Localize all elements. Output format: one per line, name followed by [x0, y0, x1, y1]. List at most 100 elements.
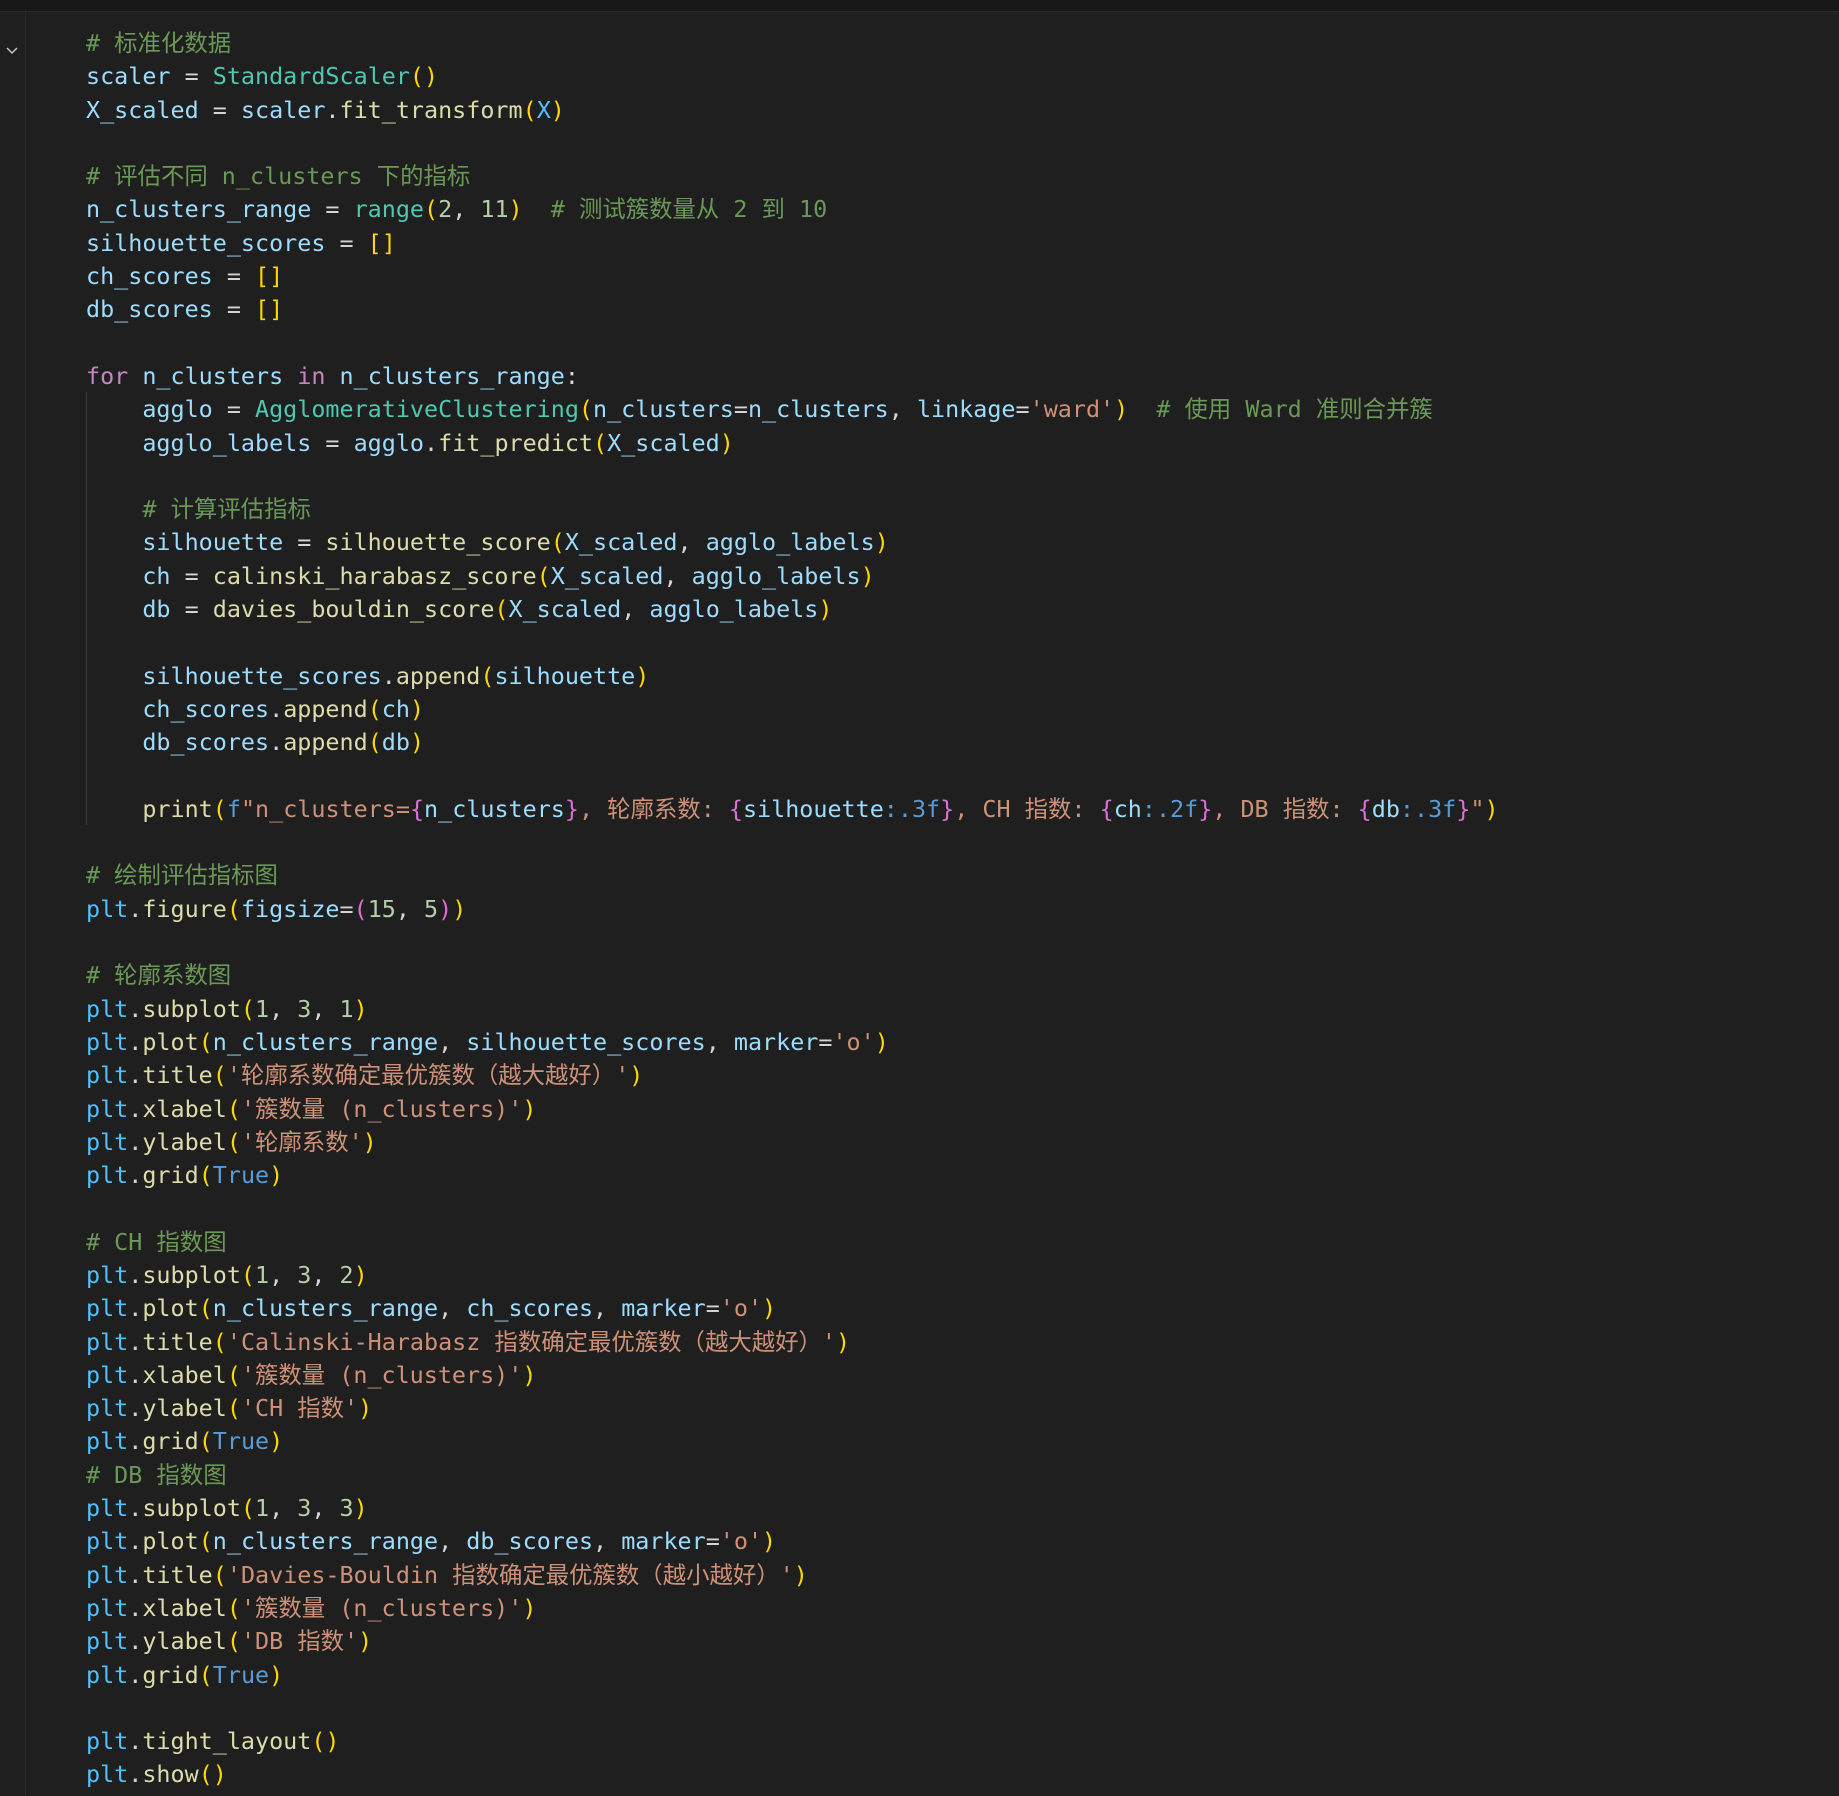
code-token: print [142, 794, 213, 823]
code-line[interactable]: # 绘制评估指标图 [86, 859, 1499, 892]
code-token: . [128, 1127, 143, 1156]
code-token: ylabel [142, 1127, 227, 1156]
code-line[interactable] [86, 926, 1499, 959]
code-token: '簇数量 (n_clusters)' [240, 1593, 523, 1622]
code-line[interactable]: for n_clusters in n_clusters_range: [86, 360, 1499, 393]
code-line[interactable] [86, 626, 1499, 659]
code-token: = [212, 262, 255, 291]
code-line[interactable] [86, 127, 1499, 160]
code-token: scaler [86, 62, 171, 91]
code-token: ) [269, 1427, 284, 1456]
code-line[interactable]: plt.ylabel('DB 指数') [86, 1625, 1499, 1658]
code-token: ylabel [142, 1627, 227, 1656]
code-line[interactable]: plt.tight_layout() [86, 1725, 1499, 1758]
code-line[interactable]: scaler = StandardScaler() [86, 60, 1499, 93]
code-line[interactable]: plt.xlabel('簇数量 (n_clusters)') [86, 1093, 1499, 1126]
code-line[interactable]: agglo_labels = agglo.fit_predict(X_scale… [86, 427, 1499, 460]
code-line[interactable]: plt.title('轮廓系数确定最优簇数（越大越好）') [86, 1059, 1499, 1092]
code-token: ( [424, 195, 439, 224]
code-token: , CH 指数: [954, 794, 1100, 823]
code-token: tight_layout [142, 1727, 312, 1756]
code-token: . [128, 1627, 143, 1656]
code-token: figsize [240, 894, 340, 923]
code-line[interactable]: print(f"n_clusters={n_clusters}, 轮廓系数: {… [86, 793, 1498, 826]
code-editor[interactable]: # 标准化数据 scaler = StandardScaler() X_scaled… [0, 0, 1839, 1796]
code-line[interactable]: plt.subplot(1, 3, 1) [86, 993, 1499, 1026]
code-token: n_clusters_range [339, 361, 565, 390]
code-token: :.3f [883, 794, 941, 823]
code-line[interactable]: db_scores = [] [86, 293, 1499, 326]
code-token: , [593, 1527, 622, 1556]
code-line[interactable]: # 计算评估指标 [86, 493, 1499, 526]
code-line[interactable] [86, 826, 1499, 859]
code-token: , DB 指数: [1212, 794, 1358, 823]
code-line[interactable]: ch = calinski_harabasz_score(X_scaled, a… [86, 560, 1499, 593]
code-line[interactable]: plt.show() [86, 1758, 1499, 1791]
code-line[interactable] [86, 1192, 1499, 1225]
code-token: } [1456, 794, 1471, 823]
code-line[interactable]: plt.plot(n_clusters_range, db_scores, ma… [86, 1525, 1499, 1558]
code-token: , [311, 1260, 340, 1289]
code-token: 'Calinski-Harabasz 指数确定最优簇数（越大越好）' [226, 1327, 836, 1356]
code-line[interactable]: plt.grid(True) [86, 1159, 1499, 1192]
code-token: ylabel [142, 1394, 227, 1423]
code-token: agglo [353, 428, 425, 457]
code-line[interactable]: silhouette_scores.append(silhouette) [86, 660, 1499, 693]
code-token: ( [212, 794, 227, 823]
code-line[interactable]: db = davies_bouldin_score(X_scaled, aggl… [86, 593, 1499, 626]
code-line[interactable]: silhouette_scores = [] [86, 227, 1499, 260]
code-line[interactable]: X_scaled = scaler.fit_transform(X) [86, 94, 1499, 127]
code-token: n_clusters_range [212, 1027, 439, 1056]
code-line[interactable]: # 评估不同 n_clusters 下的指标 [86, 160, 1499, 193]
code-line[interactable]: agglo = AgglomerativeClustering(n_cluste… [86, 393, 1499, 426]
code-line[interactable]: ch_scores = [] [86, 260, 1499, 293]
code-line[interactable]: plt.subplot(1, 3, 2) [86, 1259, 1499, 1292]
code-line[interactable]: plt.plot(n_clusters_range, ch_scores, ma… [86, 1292, 1499, 1325]
code-line[interactable]: plt.xlabel('簇数量 (n_clusters)') [86, 1359, 1499, 1392]
code-line[interactable]: plt.ylabel('CH 指数') [86, 1392, 1499, 1425]
editor-title-bar [0, 0, 1839, 12]
code-line[interactable] [86, 327, 1499, 360]
code-line[interactable]: plt.ylabel('轮廓系数') [86, 1126, 1499, 1159]
code-line[interactable]: # CH 指数图 [86, 1226, 1499, 1259]
code-line[interactable]: ch_scores.append(ch) [86, 693, 1499, 726]
code-line[interactable]: # DB 指数图 [86, 1459, 1499, 1492]
code-token: = [170, 62, 213, 91]
code-token: n_clusters_range [212, 1527, 439, 1556]
code-line[interactable]: plt.title('Davies-Bouldin 指数确定最优簇数（越小越好）… [86, 1559, 1499, 1592]
code-line[interactable]: # 轮廓系数图 [86, 959, 1499, 992]
code-line[interactable]: plt.grid(True) [86, 1659, 1499, 1692]
code-token: } [940, 794, 955, 823]
code-line[interactable]: silhouette = silhouette_score(X_scaled, … [86, 526, 1499, 559]
code-token: " [1470, 794, 1485, 823]
code-line[interactable] [86, 1692, 1499, 1725]
code-line[interactable]: plt.figure(figsize=(15, 5)) [86, 893, 1499, 926]
code-line[interactable] [86, 760, 1499, 793]
code-token: = [311, 195, 354, 224]
chevron-down-icon[interactable] [4, 42, 20, 58]
code-token: plt [86, 1327, 129, 1356]
code-token: ) [762, 1294, 777, 1323]
code-token: . [128, 994, 143, 1023]
code-line[interactable]: plt.grid(True) [86, 1425, 1499, 1458]
code-token: ( [212, 1327, 227, 1356]
code-token: db_scores [86, 295, 213, 324]
code-line[interactable]: # 标准化数据 [86, 27, 1499, 60]
code-token: db [381, 728, 410, 757]
code-token: agglo_labels [142, 428, 312, 457]
code-line[interactable]: n_clusters_range = range(2, 11) # 测试簇数量从… [86, 193, 1499, 226]
code-content[interactable]: # 标准化数据 scaler = StandardScaler() X_scaled… [86, 27, 1499, 1792]
code-token: ch_scores [86, 262, 213, 291]
code-line[interactable]: plt.xlabel('簇数量 (n_clusters)') [86, 1592, 1499, 1625]
code-line[interactable]: plt.plot(n_clusters_range, silhouette_sc… [86, 1026, 1499, 1059]
code-token: = [212, 295, 255, 324]
code-line[interactable]: plt.subplot(1, 3, 3) [86, 1492, 1499, 1525]
code-line[interactable] [86, 460, 1499, 493]
code-line[interactable]: plt.title('Calinski-Harabasz 指数确定最优簇数（越大… [86, 1326, 1499, 1359]
code-line[interactable]: db_scores.append(db) [86, 726, 1499, 759]
code-token: plt [86, 1394, 129, 1423]
code-token: , [621, 595, 650, 624]
